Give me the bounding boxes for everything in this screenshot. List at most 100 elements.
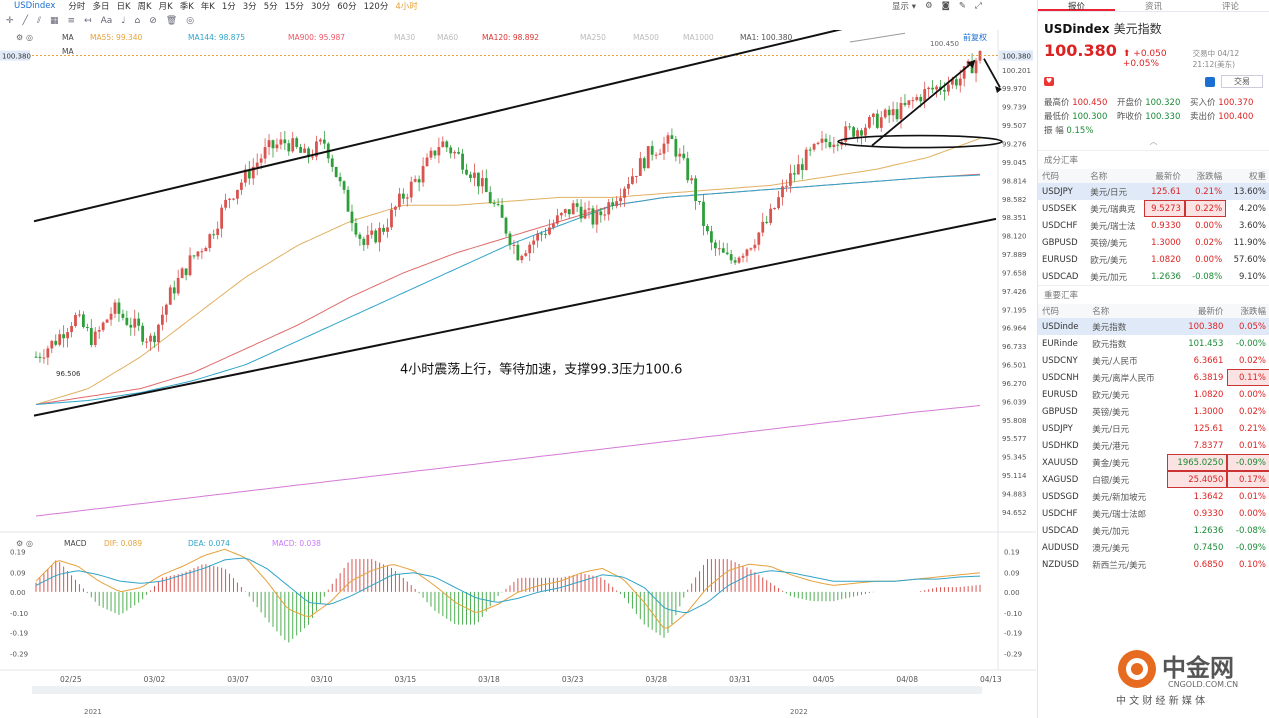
candle-body xyxy=(587,208,591,210)
table-row[interactable]: NZDUSD 新西兰元/美元 0.6850 0.10% xyxy=(1038,556,1269,573)
macd-y-tick: 0.00 xyxy=(10,589,26,597)
settings-icon[interactable]: ⚙ xyxy=(925,1,933,11)
table-row[interactable]: USDCAD 美元/加元 1.2636 -0.08% 9.10% xyxy=(1038,268,1269,285)
interval-15分[interactable]: 15分 xyxy=(285,0,304,12)
tab-quote[interactable]: 报价 xyxy=(1038,0,1115,12)
candle-body xyxy=(729,254,733,261)
table-row[interactable]: USDJPY 美元/日元 125.61 0.21% xyxy=(1038,420,1269,437)
candle-body xyxy=(220,207,224,229)
table-row[interactable]: AUDUSD 澳元/美元 0.7450 -0.09% xyxy=(1038,539,1269,556)
crosshair-icon[interactable]: ✛ xyxy=(6,16,14,26)
channel-tool-icon[interactable]: ⫽ xyxy=(37,16,41,26)
y-tick: 98.582 xyxy=(1002,196,1027,204)
line-tool-icon[interactable]: ╱ xyxy=(23,16,28,26)
candle-body xyxy=(239,182,243,190)
candle-body xyxy=(196,251,200,257)
candle-body xyxy=(137,318,141,326)
ma-label-2: MA xyxy=(62,47,74,56)
text-tool-icon[interactable]: Aa xyxy=(101,16,113,26)
table-row[interactable]: USDCNH 美元/离岸人民币 6.3819 0.11% xyxy=(1038,369,1269,386)
candle-body xyxy=(642,158,646,169)
table-row[interactable]: USDCHF 美元/瑞士法 0.9330 0.00% 3.60% xyxy=(1038,217,1269,234)
candle-body xyxy=(749,248,753,250)
expand-icon[interactable]: ⤢ xyxy=(975,1,982,11)
interval-日K[interactable]: 日K xyxy=(116,0,130,12)
candle-body xyxy=(334,166,338,177)
lock-icon[interactable]: ⊘ xyxy=(149,16,157,26)
table-row[interactable]: USDJPY 美元/日元 125.61 0.21% 13.60% xyxy=(1038,183,1269,200)
candle-body xyxy=(919,97,923,102)
candle-body xyxy=(164,304,168,315)
stat-item: 开盘价 100.320 xyxy=(1117,98,1181,108)
table-row[interactable]: GBPUSD 英镑/美元 1.3000 0.02% 11.90% xyxy=(1038,234,1269,251)
table-row[interactable]: USDinde 美元指数 100.380 0.05% xyxy=(1038,318,1269,335)
collapse-icon[interactable]: ︿ xyxy=(1038,136,1269,147)
tab-news[interactable]: 资讯 xyxy=(1115,0,1192,12)
candle-body xyxy=(943,89,946,92)
candle-body xyxy=(619,197,622,202)
interval-5分[interactable]: 5分 xyxy=(264,0,278,12)
table-row[interactable]: USDSGD 美元/新加坡元 1.3642 0.01% xyxy=(1038,488,1269,505)
candle-body xyxy=(816,142,820,144)
candle-body xyxy=(540,233,543,235)
interval-分时[interactable]: 分时 xyxy=(68,0,85,12)
candle-body xyxy=(725,252,729,255)
price-change: ⬆ +0.050 +0.05% xyxy=(1122,49,1167,69)
macd-y-tick-right: -0.29 xyxy=(1004,651,1022,659)
trade-button[interactable]: 交易 xyxy=(1221,75,1263,88)
candle-body xyxy=(160,314,164,325)
candle-body xyxy=(670,135,674,140)
table-row[interactable]: USDCNY 美元/人民币 6.3661 0.02% xyxy=(1038,352,1269,369)
interval-120分[interactable]: 120分 xyxy=(364,0,389,12)
table-row[interactable]: USDHKD 美元/港元 7.8377 0.01% xyxy=(1038,437,1269,454)
table-row[interactable]: EURUSD 欧元/美元 1.0820 0.00% 57.60% xyxy=(1038,251,1269,268)
table-row[interactable]: EURinde 欧元指数 101.453 -0.00% xyxy=(1038,335,1269,352)
eye-icon[interactable]: ◎ xyxy=(186,16,194,26)
table-row[interactable]: USDCHF 美元/瑞士法郎 0.9330 0.00% xyxy=(1038,505,1269,522)
candle-body xyxy=(200,251,204,253)
candlestick-chart[interactable]: ⚙ ◎ MA MA55: 99.340 MA144: 98.875 MA900: 95.9… xyxy=(0,30,1036,718)
candle-body xyxy=(236,189,239,199)
interval-3分[interactable]: 3分 xyxy=(243,0,257,12)
display-menu[interactable]: 显示 ▾ xyxy=(892,0,916,12)
arrow-tool-icon[interactable]: ↤ xyxy=(84,16,92,26)
interval-年K[interactable]: 年K xyxy=(201,0,215,12)
symbol-label[interactable]: USDindex xyxy=(14,1,55,11)
candle-body xyxy=(445,141,449,148)
interval-60分[interactable]: 60分 xyxy=(337,0,356,12)
table-row[interactable]: XAGUSD 白银/美元 25.4050 0.17% xyxy=(1038,471,1269,488)
camera-icon[interactable]: ◙ xyxy=(942,1,950,11)
y-tick: 95.345 xyxy=(1002,454,1027,462)
pencil-icon[interactable]: ✎ xyxy=(959,1,966,11)
y-tick: 96.733 xyxy=(1002,343,1027,351)
interval-30分[interactable]: 30分 xyxy=(311,0,330,12)
candle-body xyxy=(354,223,358,235)
interval-周K[interactable]: 周K xyxy=(138,0,152,12)
candle-body xyxy=(808,149,812,151)
table-row[interactable]: XAUUSD 黄金/美元 1965.0250 -0.09% xyxy=(1038,454,1269,471)
candle-body xyxy=(346,189,350,212)
y-tick: 99.739 xyxy=(1002,104,1027,112)
magnet-icon[interactable]: ⌂ xyxy=(135,16,141,26)
interval-1分[interactable]: 1分 xyxy=(222,0,236,12)
table-row[interactable]: USDSEK 美元/瑞典克 9.5273 0.22% 4.20% xyxy=(1038,200,1269,217)
interval-月K[interactable]: 月K xyxy=(159,0,173,12)
brush-tool-icon[interactable]: ♩ xyxy=(121,16,125,26)
interval-多日[interactable]: 多日 xyxy=(92,0,109,12)
candle-body xyxy=(374,230,378,243)
trade-icon[interactable] xyxy=(1205,76,1215,87)
candle-body xyxy=(848,126,852,128)
cngold-logo: 中金网 CNGOLD.COM.CN 中 文 财 经 新 媒 体 xyxy=(1110,648,1269,710)
table-row[interactable]: USDCAD 美元/加元 1.2636 -0.08% xyxy=(1038,522,1269,539)
fib-tool-icon[interactable]: ≡ xyxy=(68,16,76,26)
interval-4小时[interactable]: 4小时 xyxy=(395,0,417,12)
candle-body xyxy=(958,78,962,86)
trash-icon[interactable]: 🗑 xyxy=(166,16,177,26)
heart-icon[interactable]: ♥ xyxy=(1044,77,1054,86)
candle-body xyxy=(38,356,42,358)
table-row[interactable]: GBPUSD 英镑/美元 1.3000 0.02% xyxy=(1038,403,1269,420)
interval-季K[interactable]: 季K xyxy=(180,0,194,12)
table-row[interactable]: EURUSD 欧元/美元 1.0820 0.00% xyxy=(1038,386,1269,403)
tab-comments[interactable]: 评论 xyxy=(1192,0,1269,12)
grid-tool-icon[interactable]: ▦ xyxy=(50,16,59,26)
